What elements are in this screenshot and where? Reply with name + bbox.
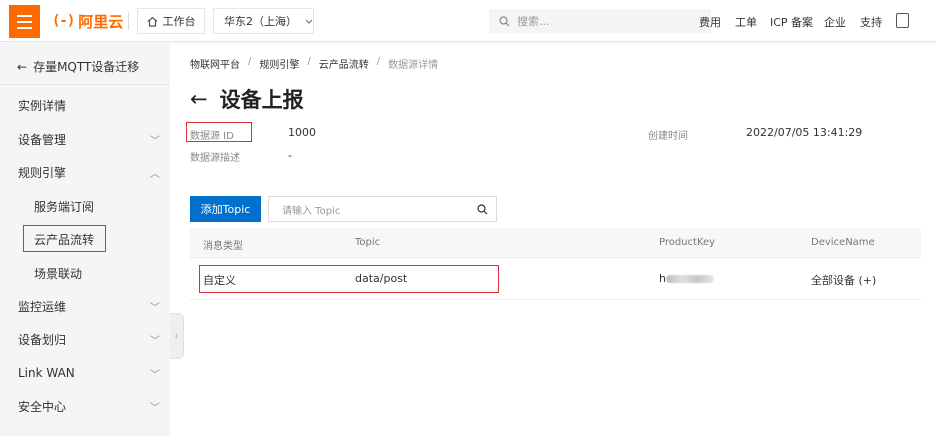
sidebar-item-link-wan[interactable]: Link WAN ﹀ <box>0 357 170 389</box>
page-title: ← 设备上报 <box>190 84 304 114</box>
nav-enterprise[interactable]: 企业 <box>824 14 846 30</box>
cell-product-key: h <box>659 272 714 285</box>
back-arrow-icon: ← <box>17 59 28 74</box>
sidebar-item-label: 服务端订阅 <box>34 199 95 214</box>
add-topic-button[interactable]: 添加Topic <box>190 196 261 222</box>
nav-fees[interactable]: 费用 <box>699 14 721 30</box>
home-icon <box>147 16 157 27</box>
sidebar-item-scene[interactable]: 场景联动 <box>0 257 170 289</box>
sidebar-item-device-mgmt[interactable]: 设备管理 ﹀ <box>0 123 170 155</box>
nav-icp[interactable]: ICP 备案 <box>770 14 813 30</box>
source-id-value: 1000 <box>288 126 316 139</box>
chevron-down-icon: ﹀ <box>150 369 160 381</box>
breadcrumb-separator: / <box>376 56 381 67</box>
sidebar-item-label: 规则引擎 <box>18 165 67 180</box>
region-label: 华东2（上海） <box>224 15 297 28</box>
sidebar-item-rule-engine[interactable]: 规则引擎 ︿ <box>0 156 170 188</box>
sidebar-back-label: 存量MQTT设备迁移 <box>33 60 140 74</box>
sidebar-item-label: 设备划归 <box>18 332 67 347</box>
sidebar-item-monitoring[interactable]: 监控运维 ﹀ <box>0 290 170 322</box>
chevron-up-icon: ︿ <box>150 168 160 180</box>
sidebar-item-label: 场景联动 <box>34 266 83 281</box>
sidebar-item-label: 设备管理 <box>18 132 67 147</box>
sidebar-item-label: 实例详情 <box>18 98 67 113</box>
created-time-value: 2022/07/05 13:41:29 <box>746 126 863 139</box>
column-header: 消息类型 <box>203 241 243 252</box>
page-title-text: 设备上报 <box>219 88 304 112</box>
chevron-down-icon: ﹀ <box>150 335 160 347</box>
table-header: 消息类型 Topic ProductKey DeviceName <box>190 228 921 258</box>
search-icon[interactable] <box>477 203 488 215</box>
chevron-left-icon: ‹ <box>174 330 179 342</box>
created-time-label: 创建时间 <box>648 131 688 142</box>
breadcrumb-current: 数据源详情 <box>388 60 439 71</box>
highlight-box <box>186 122 252 142</box>
sidebar-item-server-sub[interactable]: 服务端订阅 <box>0 190 170 222</box>
divider <box>128 12 129 30</box>
column-header: ProductKey <box>659 237 716 248</box>
workbench-button[interactable]: 工作台 <box>137 8 205 34</box>
sidebar-item-security[interactable]: 安全中心 ﹀ <box>0 390 170 422</box>
source-desc-value: - <box>288 149 292 162</box>
chevron-down-icon: ﹀ <box>150 135 160 147</box>
chevron-down-icon: ﹀ <box>150 402 160 414</box>
search-input[interactable]: 搜索... <box>489 9 711 33</box>
sidebar-back[interactable]: ← 存量MQTT设备迁移 <box>0 49 170 85</box>
sidebar-item-device-assign[interactable]: 设备划归 ﹀ <box>0 323 170 355</box>
sidebar-item-instance[interactable]: 实例详情 <box>0 89 170 121</box>
nav-tickets[interactable]: 工单 <box>735 14 757 30</box>
sidebar-collapse-handle[interactable]: ‹ <box>170 313 184 359</box>
source-desc-label: 数据源描述 <box>190 153 240 164</box>
highlight-box <box>23 225 106 252</box>
search-placeholder: 搜索... <box>517 15 550 28</box>
breadcrumb-separator: / <box>307 56 311 67</box>
redacted-value <box>665 275 714 283</box>
region-select[interactable]: 华东2（上海） <box>213 8 314 34</box>
breadcrumb-separator: / <box>248 56 252 67</box>
top-bar: (-) 阿里云 工作台 华东2（上海） 搜索... 费用 工单 ICP 备案 企… <box>0 0 936 42</box>
breadcrumb-item[interactable]: 物联网平台 <box>190 56 240 71</box>
notification-icon[interactable] <box>896 13 909 28</box>
sidebar-item-label: Link WAN <box>18 366 75 380</box>
nav-support[interactable]: 支持 <box>860 14 882 30</box>
topic-search-placeholder: 请输入 Topic <box>282 205 341 217</box>
logo-mark: (-) <box>52 13 75 29</box>
cell-device-name: 全部设备 (+) <box>811 274 877 287</box>
chevron-down-icon: ﹀ <box>150 302 160 314</box>
breadcrumb: 物联网平台 / 规则引擎 / 云产品流转 / 数据源详情 <box>190 56 438 71</box>
chevron-down-icon <box>305 19 313 24</box>
product-key-prefix: h <box>659 272 666 285</box>
aliyun-logo[interactable]: (-) 阿里云 <box>52 10 123 32</box>
topic-search-input[interactable]: 请输入 Topic <box>268 196 497 222</box>
search-icon <box>499 15 510 26</box>
breadcrumb-item[interactable]: 规则引擎 <box>259 56 299 71</box>
column-header: Topic <box>355 237 381 248</box>
highlight-box <box>199 265 499 293</box>
sidebar-item-label: 安全中心 <box>18 399 67 414</box>
sidebar-item-label: 监控运维 <box>18 299 67 314</box>
workbench-label: 工作台 <box>162 15 196 28</box>
column-header: DeviceName <box>811 237 875 248</box>
logo-text: 阿里云 <box>78 12 124 31</box>
back-arrow-icon[interactable]: ← <box>190 87 208 111</box>
menu-icon[interactable] <box>9 5 40 38</box>
breadcrumb-item[interactable]: 云产品流转 <box>319 56 369 71</box>
